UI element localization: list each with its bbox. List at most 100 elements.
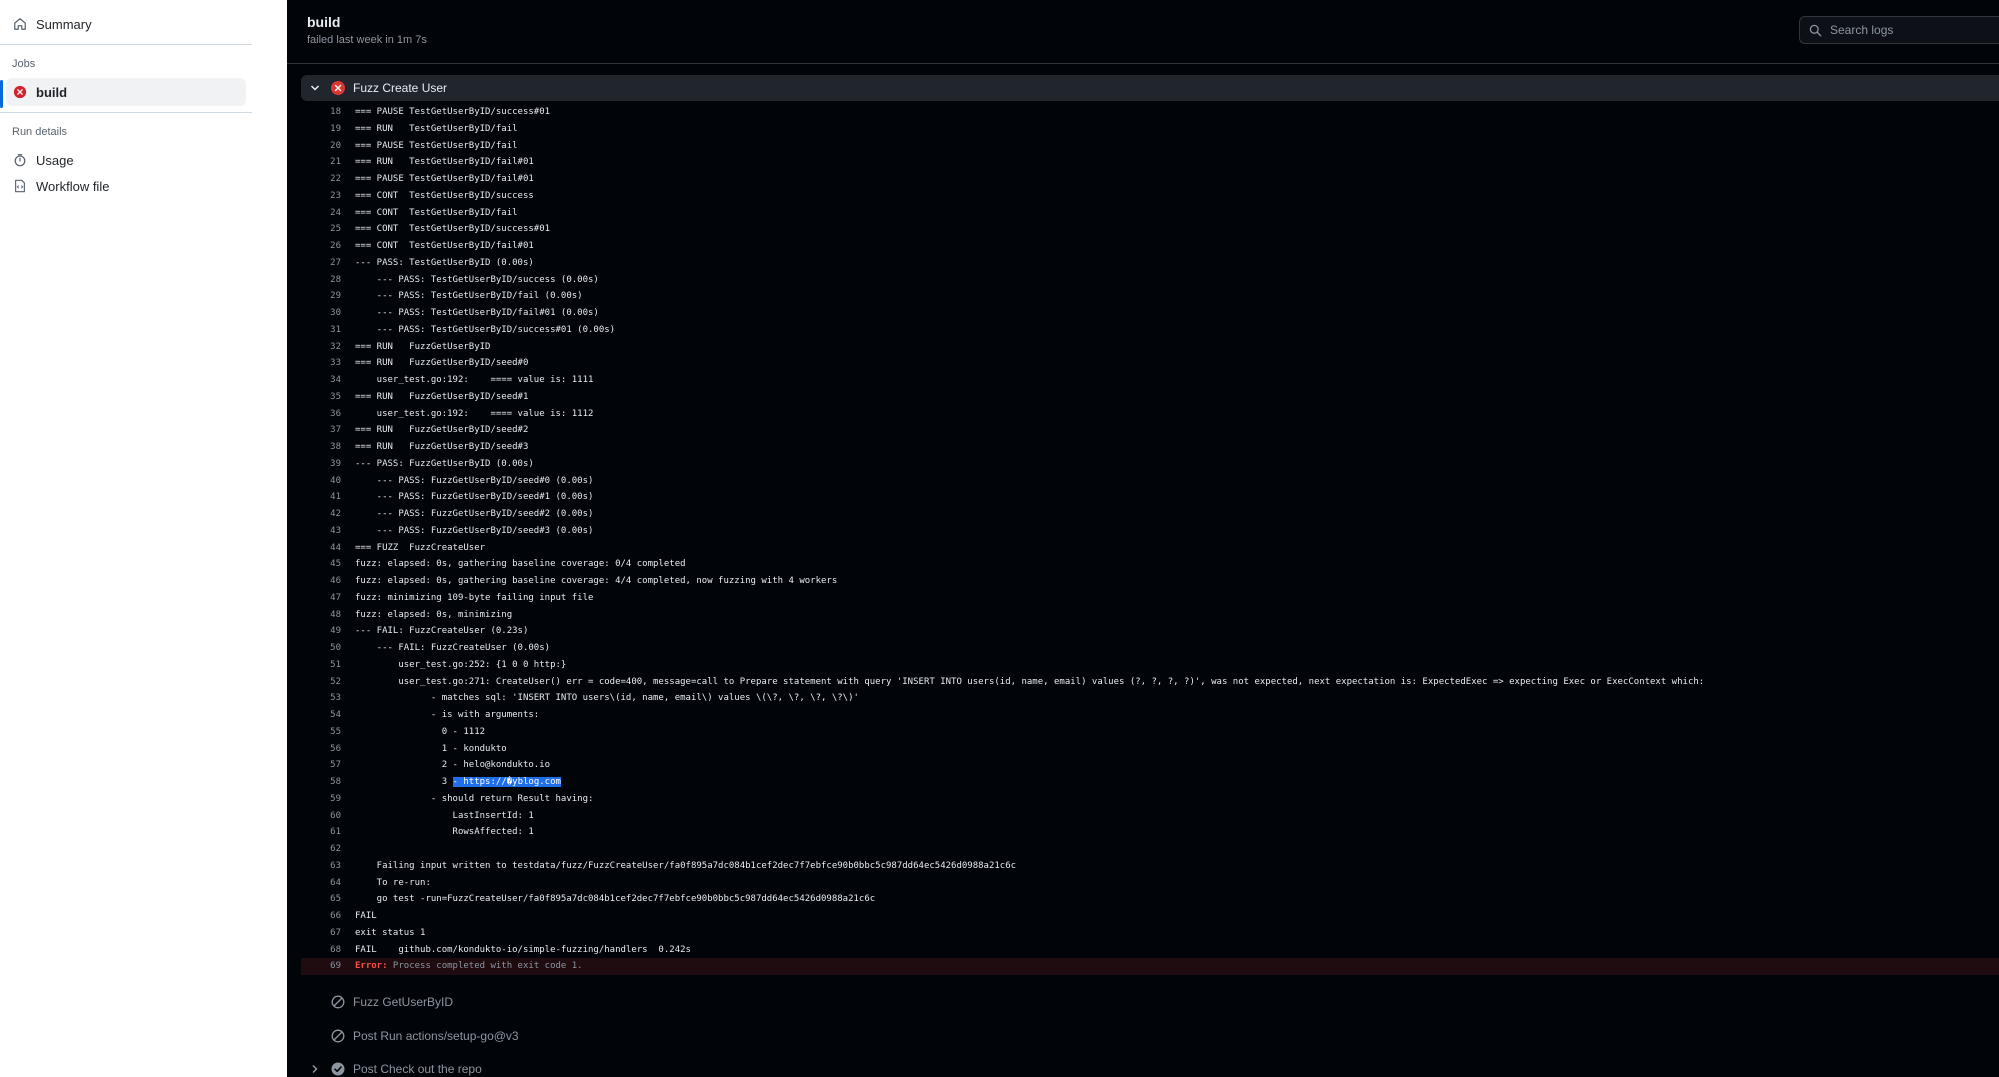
step-row[interactable]: Fuzz GetUserByID bbox=[301, 989, 1999, 1015]
log-line: 19 === RUN TestGetUserByID/fail bbox=[301, 121, 1999, 138]
line-number[interactable]: 51 bbox=[301, 657, 341, 674]
log-line: 39 --- PASS: FuzzGetUserByID (0.00s) bbox=[301, 456, 1999, 473]
line-number[interactable]: 44 bbox=[301, 540, 341, 557]
line-number[interactable]: 42 bbox=[301, 506, 341, 523]
log-line-text: === RUN FuzzGetUserByID/seed#1 bbox=[355, 391, 529, 402]
log-line: 31 --- PASS: TestGetUserByID/success#01 … bbox=[301, 322, 1999, 339]
line-number[interactable]: 18 bbox=[301, 104, 341, 121]
line-number[interactable]: 47 bbox=[301, 590, 341, 607]
line-number[interactable]: 33 bbox=[301, 355, 341, 372]
line-number[interactable]: 30 bbox=[301, 305, 341, 322]
line-number[interactable]: 48 bbox=[301, 607, 341, 624]
log-line: 20 === PAUSE TestGetUserByID/fail bbox=[301, 138, 1999, 155]
log-line: 27 --- PASS: TestGetUserByID (0.00s) bbox=[301, 255, 1999, 272]
line-number[interactable]: 61 bbox=[301, 824, 341, 841]
step-header-fuzz-create-user[interactable]: Fuzz Create User bbox=[301, 75, 1999, 101]
chevron-right-icon[interactable] bbox=[305, 1064, 325, 1074]
log-line-text: --- FAIL: FuzzCreateUser (0.23s) bbox=[355, 626, 529, 637]
log-line: 55 0 - 1112 bbox=[301, 724, 1999, 741]
log-line: 41 --- PASS: FuzzGetUserByID/seed#1 (0.0… bbox=[301, 489, 1999, 506]
chevron-down-icon[interactable] bbox=[305, 83, 325, 93]
line-number[interactable]: 41 bbox=[301, 489, 341, 506]
line-number[interactable]: 28 bbox=[301, 272, 341, 289]
line-number[interactable]: 29 bbox=[301, 288, 341, 305]
line-number[interactable]: 54 bbox=[301, 707, 341, 724]
log-line: 65 go test -run=FuzzCreateUser/fa0f895a7… bbox=[301, 891, 1999, 908]
log-line: 51 user_test.go:252: {1 0 0 http:} bbox=[301, 657, 1999, 674]
line-number[interactable]: 56 bbox=[301, 741, 341, 758]
sidebar-item-workflow-file[interactable]: Workflow file bbox=[6, 172, 246, 200]
step-row[interactable]: Post Check out the repo bbox=[301, 1056, 1999, 1077]
sidebar-item-label: Workflow file bbox=[36, 178, 110, 194]
step-row[interactable]: Post Run actions/setup-go@v3 bbox=[301, 1023, 1999, 1049]
line-number[interactable]: 63 bbox=[301, 858, 341, 875]
log-line: 54 - is with arguments: bbox=[301, 707, 1999, 724]
sidebar-item-summary[interactable]: Summary bbox=[6, 10, 246, 38]
log-line-text: FAIL bbox=[355, 911, 377, 921]
line-number[interactable]: 40 bbox=[301, 473, 341, 490]
line-number[interactable]: 25 bbox=[301, 221, 341, 238]
line-number[interactable]: 19 bbox=[301, 121, 341, 138]
line-number[interactable]: 69 bbox=[301, 958, 341, 975]
line-number[interactable]: 53 bbox=[301, 690, 341, 707]
search-placeholder: Search logs bbox=[1830, 23, 1894, 37]
log-line-text: fuzz: elapsed: 0s, gathering baseline co… bbox=[355, 576, 838, 586]
line-number[interactable]: 49 bbox=[301, 623, 341, 640]
log-line-text: fuzz: minimizing 109-byte failing input … bbox=[355, 592, 594, 603]
line-number[interactable]: 67 bbox=[301, 925, 341, 942]
line-number[interactable]: 36 bbox=[301, 406, 341, 423]
log-line: 60 LastInsertId: 1 bbox=[301, 808, 1999, 825]
line-number[interactable]: 39 bbox=[301, 456, 341, 473]
line-number[interactable]: 38 bbox=[301, 439, 341, 456]
log-line-text: --- PASS: FuzzGetUserByID/seed#2 (0.00s) bbox=[355, 509, 594, 519]
line-number[interactable]: 60 bbox=[301, 808, 341, 825]
step-label: Fuzz GetUserByID bbox=[353, 995, 454, 1009]
line-number[interactable]: 31 bbox=[301, 322, 341, 339]
search-logs-input[interactable]: Search logs bbox=[1799, 16, 1999, 44]
sidebar-item-build[interactable]: build bbox=[6, 78, 246, 106]
log-panel: build failed last week in 1m 7s Search l… bbox=[287, 0, 1999, 1077]
line-number[interactable]: 21 bbox=[301, 154, 341, 171]
line-number[interactable]: 22 bbox=[301, 171, 341, 188]
line-number[interactable]: 57 bbox=[301, 757, 341, 774]
line-number[interactable]: 20 bbox=[301, 138, 341, 155]
log-line: 59 - should return Result having: bbox=[301, 791, 1999, 808]
line-number[interactable]: 27 bbox=[301, 255, 341, 272]
line-number[interactable]: 45 bbox=[301, 556, 341, 573]
line-number[interactable]: 35 bbox=[301, 389, 341, 406]
log-line: 36 user_test.go:192: ==== value is: 1112 bbox=[301, 406, 1999, 423]
skipped-icon bbox=[331, 1029, 345, 1043]
line-number[interactable]: 58 bbox=[301, 774, 341, 791]
step-label: Post Run actions/setup-go@v3 bbox=[353, 1029, 519, 1043]
log-line: 33 === RUN FuzzGetUserByID/seed#0 bbox=[301, 355, 1999, 372]
line-number[interactable]: 34 bbox=[301, 372, 341, 389]
line-number[interactable]: 46 bbox=[301, 573, 341, 590]
log-line-text: go test -run=FuzzCreateUser/fa0f895a7dc0… bbox=[355, 894, 876, 905]
line-number[interactable]: 65 bbox=[301, 891, 341, 908]
line-number[interactable]: 37 bbox=[301, 422, 341, 439]
line-number[interactable]: 64 bbox=[301, 875, 341, 892]
line-number[interactable]: 23 bbox=[301, 188, 341, 205]
line-number[interactable]: 43 bbox=[301, 523, 341, 540]
log-line: 46 fuzz: elapsed: 0s, gathering baseline … bbox=[301, 573, 1999, 590]
line-number[interactable]: 59 bbox=[301, 791, 341, 808]
line-number[interactable]: 50 bbox=[301, 640, 341, 657]
log-line: 63 Failing input written to testdata/fuz… bbox=[301, 858, 1999, 875]
line-number[interactable]: 26 bbox=[301, 238, 341, 255]
log-line: 34 user_test.go:192: ==== value is: 1111 bbox=[301, 372, 1999, 389]
log-line-text: Failing input written to testdata/fuzz/F… bbox=[355, 860, 1017, 871]
line-number[interactable]: 66 bbox=[301, 908, 341, 925]
log-line-text: exit status 1 bbox=[355, 927, 426, 938]
line-number[interactable]: 32 bbox=[301, 339, 341, 356]
line-number[interactable]: 68 bbox=[301, 942, 341, 959]
log-output: 18 === PAUSE TestGetUserByID/success#01 19… bbox=[301, 104, 1999, 975]
home-icon bbox=[10, 14, 30, 34]
sidebar-item-usage[interactable]: Usage bbox=[6, 146, 246, 174]
log-line-text: --- PASS: TestGetUserByID/success (0.00s… bbox=[355, 274, 599, 285]
line-number[interactable]: 52 bbox=[301, 674, 341, 691]
line-number[interactable]: 62 bbox=[301, 841, 341, 858]
log-line-text: user_test.go:192: ==== value is: 1111 bbox=[355, 375, 594, 385]
log-line-text: FAIL github.com/kondukto-io/simple-fuzzi… bbox=[355, 944, 691, 955]
line-number[interactable]: 24 bbox=[301, 205, 341, 222]
line-number[interactable]: 55 bbox=[301, 724, 341, 741]
